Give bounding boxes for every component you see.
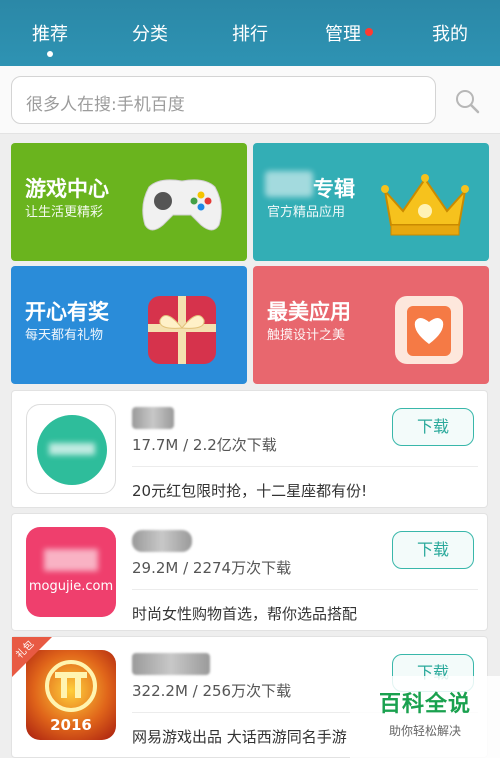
divider xyxy=(132,589,478,590)
tile-title: 专辑 xyxy=(313,177,355,201)
tile-title: 游戏中心 xyxy=(25,177,109,201)
app-icon-mogujie: mogujie.com xyxy=(26,527,116,617)
icon-text: 2016 xyxy=(50,716,92,734)
watermark-subtitle: 助你轻松解决 xyxy=(388,724,461,738)
watermark: 百科全说 助你轻松解决 xyxy=(350,676,500,758)
top-nav: 推荐 分类 排行 管理 我的 xyxy=(0,0,500,66)
app-description: 20元红包限时抢，十二星座都有份! xyxy=(132,482,368,500)
tile-best-apps[interactable]: 最美应用 触摸设计之美 xyxy=(253,266,489,384)
crown-icon xyxy=(381,174,469,236)
tab-label: 管理 xyxy=(325,24,361,45)
app-meta: 17.7M / 2.2亿次下载 xyxy=(132,436,277,454)
tile-subtitle: 每天都有礼物 xyxy=(25,328,104,343)
app-name-blurred xyxy=(132,530,192,552)
app-meta: 322.2M / 256万次下载 xyxy=(132,682,292,700)
notification-badge xyxy=(365,28,373,36)
tab-label: 分类 xyxy=(132,24,168,45)
app-card[interactable]: 17.7M / 2.2亿次下载 20元红包限时抢，十二星座都有份! 下载 xyxy=(11,390,488,508)
download-button[interactable]: 下载 xyxy=(392,408,474,446)
active-tab-indicator xyxy=(47,51,53,57)
blurred-logo xyxy=(49,443,95,455)
tab-label: 推荐 xyxy=(32,24,68,45)
app-name-blurred xyxy=(132,653,210,675)
app-meta: 29.2M / 2274万次下载 xyxy=(132,559,292,577)
search-bar: 很多人在搜:手机百度 xyxy=(0,66,500,134)
icon-text: mogujie.com xyxy=(28,579,114,594)
tab-recommend[interactable]: 推荐 xyxy=(30,20,70,57)
gift-icon xyxy=(148,296,216,364)
watermark-title: 百科全说 xyxy=(378,692,471,717)
tile-subtitle: 让生活更精彩 xyxy=(25,205,104,220)
search-input[interactable]: 很多人在搜:手机百度 xyxy=(11,76,436,124)
app-description: 网易游戏出品 大话西游同名手游 xyxy=(132,728,347,746)
divider xyxy=(132,466,478,467)
tab-ranking[interactable]: 排行 xyxy=(230,20,270,46)
tab-category[interactable]: 分类 xyxy=(130,20,170,46)
heart-card-icon xyxy=(395,296,463,364)
blurred-logo xyxy=(44,549,98,571)
app-description: 时尚女性购物首选，帮你选品搭配 xyxy=(132,605,358,623)
tile-title: 最美应用 xyxy=(267,300,351,324)
tab-label: 我的 xyxy=(432,24,468,45)
tile-subtitle: 触摸设计之美 xyxy=(267,328,346,343)
download-button[interactable]: 下载 xyxy=(392,531,474,569)
tab-label: 排行 xyxy=(232,24,268,45)
search-placeholder: 很多人在搜:手机百度 xyxy=(26,95,185,115)
app-icon-green-circle xyxy=(26,404,116,494)
tile-title: 开心有奖 xyxy=(25,300,109,324)
app-card[interactable]: mogujie.com 29.2M / 2274万次下载 时尚女性购物首选，帮你… xyxy=(11,513,488,631)
tab-mine[interactable]: 我的 xyxy=(430,20,470,46)
tile-game-center[interactable]: 游戏中心 让生活更精彩 xyxy=(11,143,247,261)
tile-subtitle: 官方精品应用 xyxy=(267,205,346,220)
tile-album[interactable]: 专辑 官方精品应用 xyxy=(253,143,489,261)
tab-manage[interactable]: 管理 xyxy=(323,20,373,46)
gamepad-icon xyxy=(142,179,222,231)
blurred-title-prefix xyxy=(265,171,313,197)
tile-lucky-draw[interactable]: 开心有奖 每天都有礼物 xyxy=(11,266,247,384)
app-name-blurred xyxy=(132,407,174,429)
search-icon[interactable] xyxy=(454,88,480,114)
